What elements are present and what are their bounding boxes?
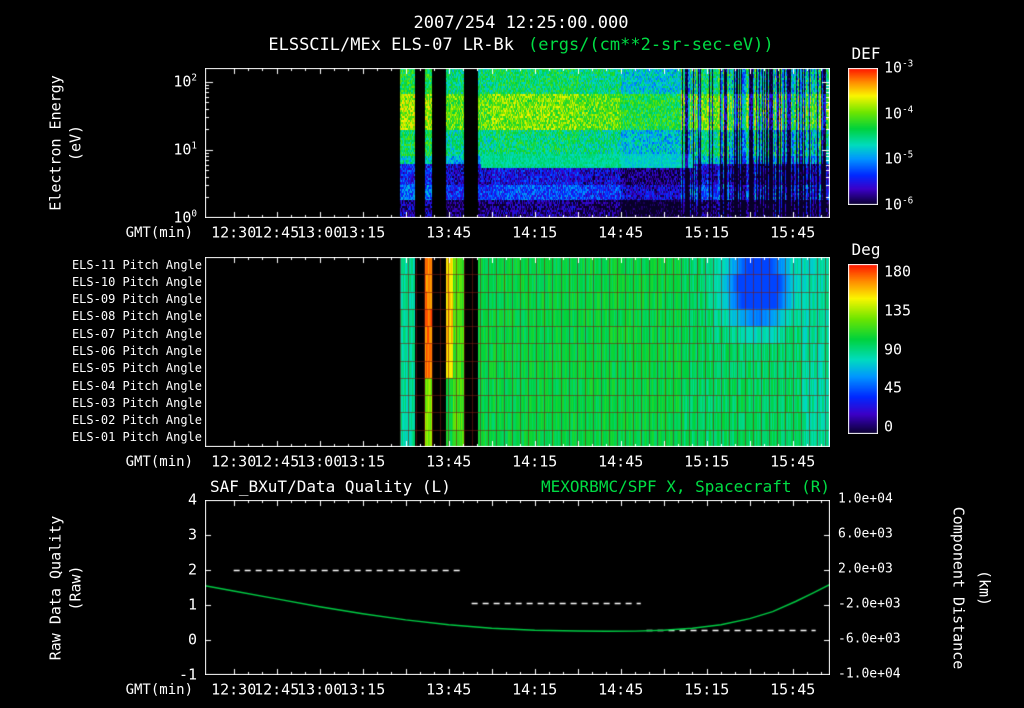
deg-colorbar-tick: 90 [884, 339, 903, 358]
pitch-angle-heatmap-canvas [205, 257, 830, 447]
distance-ytick-label: 2.0e+03 [838, 561, 893, 577]
pitch-row-label: ELS-01 Pitch Angle [71, 430, 202, 445]
title-instrument: ELSSCIL/MEx ELS-07 LR-Bk [268, 35, 514, 56]
x-tick-label-p1: 15:15 [684, 223, 730, 242]
quality-axis-units: (Raw) [66, 565, 85, 611]
energy-axis-units: (eV) [66, 124, 85, 162]
quality-ytick-label: -1 [178, 665, 197, 684]
x-tick-label-p3: 12:30 [211, 680, 257, 699]
els-quicklook-plot-page: 2007/254 12:25:00.000 ELSSCIL/MEx ELS-07… [0, 0, 1024, 708]
distance-axis-units: (km) [975, 569, 994, 607]
x-tick-label-p1: 13:00 [297, 223, 343, 242]
distance-ytick-label: -1.0e+04 [838, 666, 901, 682]
energy-ytick-label: 102 [173, 72, 197, 90]
x-tick-label-p3: 13:45 [426, 680, 472, 699]
gmt-label-panel1: GMT(min) [125, 224, 193, 241]
page-title-datetime: 2007/254 12:25:00.000 [413, 13, 629, 34]
quality-ytick-label: 3 [187, 525, 197, 544]
def-colorbar-tick: 10-3 [884, 58, 914, 77]
gmt-label-panel3: GMT(min) [125, 681, 193, 698]
def-colorbar-tick: 10-6 [884, 195, 914, 214]
x-tick-label-p3: 15:45 [770, 680, 816, 699]
x-tick-label-p2: 14:15 [512, 452, 558, 471]
energy-axis-label: Electron Energy [46, 75, 65, 211]
quality-axis-label: Raw Data Quality [46, 515, 65, 661]
x-tick-label-p2: 12:30 [211, 452, 257, 471]
distance-ytick-label: -2.0e+03 [838, 596, 901, 612]
x-tick-label-p1: 12:45 [254, 223, 300, 242]
quality-ytick-label: 0 [187, 630, 197, 649]
x-tick-label-p2: 13:45 [426, 452, 472, 471]
x-tick-label-p1: 14:15 [512, 223, 558, 242]
energy-ytick-label: 100 [173, 208, 197, 227]
x-tick-label-p3: 13:00 [297, 680, 343, 699]
x-tick-label-p2: 14:45 [598, 452, 644, 471]
def-colorbar-tick: 10-5 [884, 149, 914, 168]
x-tick-label-p3: 12:45 [254, 680, 300, 699]
title-units: (ergs/(cm**2-sr-sec-eV)) [528, 35, 774, 56]
x-tick-label-p1: 15:45 [770, 223, 816, 242]
pitch-row-label: ELS-03 Pitch Angle [71, 395, 202, 410]
distance-ytick-label: -6.0e+03 [838, 631, 901, 647]
x-tick-label-p3: 15:15 [684, 680, 730, 699]
pitch-row-label: ELS-09 Pitch Angle [71, 292, 202, 307]
pitch-row-label: ELS-04 Pitch Angle [71, 378, 202, 393]
page-title-line2: ELSSCIL/MEx ELS-07 LR-Bk (ergs/(cm**2-sr-… [268, 35, 774, 56]
x-tick-label-p3: 13:15 [340, 680, 386, 699]
x-tick-label-p2: 13:00 [297, 452, 343, 471]
pitch-row-label: ELS-11 Pitch Angle [71, 257, 202, 272]
pitch-row-label: ELS-05 Pitch Angle [71, 361, 202, 376]
def-colorbar [848, 68, 878, 205]
deg-colorbar-tick: 180 [884, 262, 912, 281]
x-tick-label-p1: 14:45 [598, 223, 644, 242]
line-chart-title-right: MEXORBMC/SPF X, Spacecraft (R) [541, 476, 830, 496]
gmt-label-panel2: GMT(min) [125, 453, 193, 470]
distance-ytick-label: 6.0e+03 [838, 526, 893, 542]
x-tick-label-p1: 13:15 [340, 223, 386, 242]
deg-colorbar [848, 264, 878, 434]
x-tick-label-p3: 14:45 [598, 680, 644, 699]
distance-ytick-label: 1.0e+04 [838, 491, 893, 507]
quality-ytick-label: 4 [187, 490, 197, 509]
quality-ytick-label: 2 [187, 560, 197, 579]
def-colorbar-tick: 10-4 [884, 104, 914, 123]
x-tick-label-p2: 13:15 [340, 452, 386, 471]
quality-distance-line-chart-canvas [205, 500, 830, 675]
quality-ytick-label: 1 [187, 595, 197, 614]
energy-ytick-label: 101 [173, 140, 197, 159]
line-chart-title-left: SAF_BXuT/Data Quality (L) [210, 476, 451, 496]
pitch-row-label: ELS-02 Pitch Angle [71, 413, 202, 428]
pitch-row-label: ELS-08 Pitch Angle [71, 309, 202, 324]
deg-colorbar-tick: 135 [884, 301, 912, 320]
pitch-row-label: ELS-06 Pitch Angle [71, 344, 202, 359]
def-colorbar-title: DEF [851, 43, 881, 63]
x-tick-label-p1: 12:30 [211, 223, 257, 242]
x-tick-label-p2: 15:15 [684, 452, 730, 471]
deg-colorbar-tick: 45 [884, 378, 903, 397]
x-tick-label-p1: 13:45 [426, 223, 472, 242]
deg-colorbar-tick: 0 [884, 417, 894, 436]
pitch-row-label: ELS-07 Pitch Angle [71, 326, 202, 341]
pitch-row-label: ELS-10 Pitch Angle [71, 275, 202, 290]
x-tick-label-p3: 14:15 [512, 680, 558, 699]
x-tick-label-p2: 15:45 [770, 452, 816, 471]
x-tick-label-p2: 12:45 [254, 452, 300, 471]
distance-axis-label: Component Distance [949, 506, 968, 670]
deg-colorbar-title: Deg [851, 239, 881, 259]
electron-energy-spectrogram-canvas [205, 68, 830, 218]
